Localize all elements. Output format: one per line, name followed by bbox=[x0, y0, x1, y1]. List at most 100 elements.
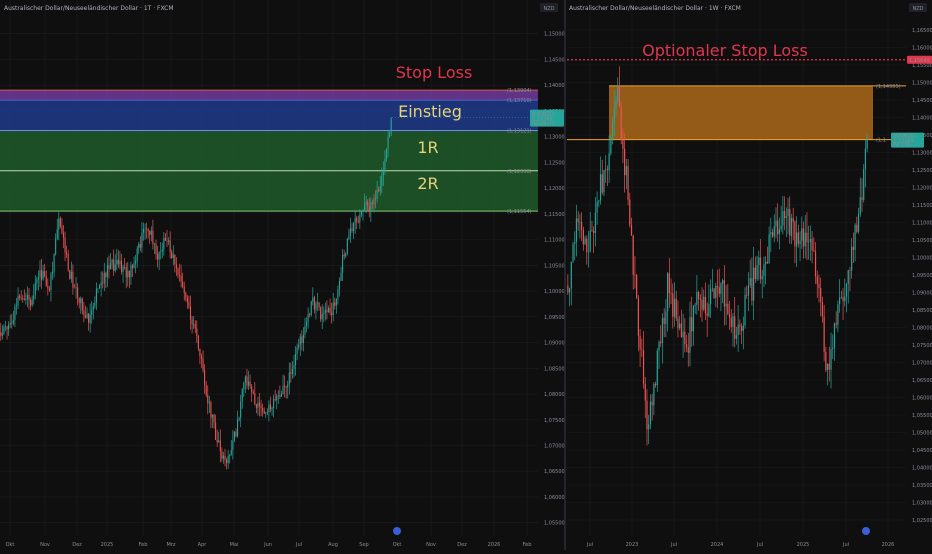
candle-body bbox=[629, 199, 631, 226]
candle-body bbox=[725, 303, 727, 307]
price-axis-label: 1,11000 bbox=[544, 238, 565, 244]
risk-zone[interactable] bbox=[609, 85, 873, 140]
candle-body bbox=[641, 349, 643, 351]
candle-body bbox=[111, 259, 113, 264]
candle-body bbox=[830, 349, 832, 370]
candle-body bbox=[58, 218, 60, 230]
time-axis-label: Dez bbox=[72, 542, 82, 548]
time-axis-label: Jul bbox=[842, 542, 849, 548]
candle-body bbox=[147, 229, 149, 232]
candle-body bbox=[611, 122, 614, 140]
candle-body bbox=[102, 282, 104, 284]
candle-body bbox=[246, 376, 248, 386]
price-axis-label: 1,08000 bbox=[544, 392, 565, 398]
candle-body bbox=[287, 384, 289, 388]
candle-body bbox=[828, 363, 830, 370]
candle-body bbox=[202, 358, 204, 371]
candle-body bbox=[133, 263, 135, 269]
zone-stop-loss[interactable] bbox=[0, 90, 538, 101]
candle-body bbox=[6, 326, 8, 330]
candle-body bbox=[716, 286, 719, 288]
candle-body bbox=[177, 268, 179, 275]
candle-body bbox=[313, 297, 315, 310]
candle-body bbox=[3, 326, 5, 334]
time-axis-label: Apr bbox=[198, 542, 208, 548]
event-marker-icon[interactable] bbox=[862, 527, 870, 535]
candle-body bbox=[649, 401, 652, 425]
candle-body bbox=[613, 108, 615, 123]
currency-label: NZD bbox=[543, 6, 554, 12]
candle-body bbox=[279, 395, 281, 397]
candle-body bbox=[80, 298, 82, 304]
candle-body bbox=[185, 293, 187, 299]
candle-body bbox=[164, 237, 166, 241]
time-axis-label: Jun bbox=[263, 542, 272, 548]
candle-body bbox=[675, 298, 677, 319]
candle-body bbox=[119, 260, 121, 265]
candle-body bbox=[51, 271, 54, 274]
candle-body bbox=[34, 283, 36, 296]
candle-body bbox=[701, 299, 703, 310]
candle-body bbox=[194, 324, 196, 329]
candle-body bbox=[33, 295, 35, 300]
candle-body bbox=[233, 431, 235, 441]
candle-body bbox=[59, 218, 61, 227]
zone-2r[interactable] bbox=[0, 170, 538, 212]
candle-body bbox=[45, 276, 47, 286]
candle-body bbox=[309, 314, 311, 316]
candle-body bbox=[266, 412, 268, 413]
candle-body bbox=[335, 298, 337, 306]
zone-1r[interactable] bbox=[0, 130, 538, 171]
candle-body bbox=[765, 261, 767, 265]
candle-body bbox=[353, 223, 355, 231]
candle-body bbox=[636, 275, 638, 299]
candle-body bbox=[237, 419, 239, 437]
candle-body bbox=[224, 455, 226, 460]
candle-body bbox=[91, 310, 93, 315]
price-axis-label: 1,06500 bbox=[544, 469, 565, 475]
candle-body bbox=[620, 106, 622, 140]
candle-body bbox=[847, 270, 849, 284]
candle-body bbox=[718, 287, 720, 294]
candle-body bbox=[625, 166, 627, 176]
price-tag-time: 0d 17h bbox=[893, 143, 910, 149]
event-marker-icon[interactable] bbox=[393, 527, 401, 535]
zone-label-entry: (1,13121) bbox=[507, 128, 532, 134]
candle-body bbox=[723, 280, 725, 307]
candle-body bbox=[648, 424, 650, 430]
candle-body bbox=[840, 297, 842, 298]
candle-body bbox=[351, 228, 353, 231]
price-axis-label: 1,16500 bbox=[912, 28, 932, 34]
annotation-stop-loss: Stop Loss bbox=[396, 63, 473, 82]
candle-body bbox=[728, 313, 731, 318]
candle-body bbox=[866, 139, 868, 149]
candle-body bbox=[262, 407, 264, 411]
candle-body bbox=[606, 169, 609, 171]
candle-body bbox=[296, 347, 298, 355]
candle-body bbox=[285, 386, 287, 388]
candle-body bbox=[658, 341, 660, 351]
candle-body bbox=[773, 226, 775, 237]
candle-body bbox=[216, 439, 218, 443]
candle-body bbox=[69, 269, 71, 279]
candle-body bbox=[331, 312, 333, 316]
candle-body bbox=[92, 306, 94, 311]
price-axis-label: 1,02500 bbox=[912, 518, 932, 524]
candle-body bbox=[627, 166, 629, 200]
candle-body bbox=[856, 224, 858, 232]
candle-body bbox=[293, 365, 295, 369]
candle-body bbox=[777, 220, 779, 235]
candle-body bbox=[677, 318, 679, 329]
candle-body bbox=[64, 237, 66, 253]
candle-body bbox=[679, 323, 681, 329]
candle-body bbox=[656, 350, 658, 386]
candle-body bbox=[47, 285, 49, 289]
price-axis-label: 1,05500 bbox=[912, 413, 932, 419]
candle-body bbox=[321, 314, 323, 320]
candle-body bbox=[782, 211, 784, 226]
candle-body bbox=[105, 273, 107, 278]
candle-body bbox=[135, 261, 137, 264]
candle-body bbox=[61, 226, 63, 234]
candle-body bbox=[329, 307, 331, 313]
candle-body bbox=[180, 275, 182, 282]
